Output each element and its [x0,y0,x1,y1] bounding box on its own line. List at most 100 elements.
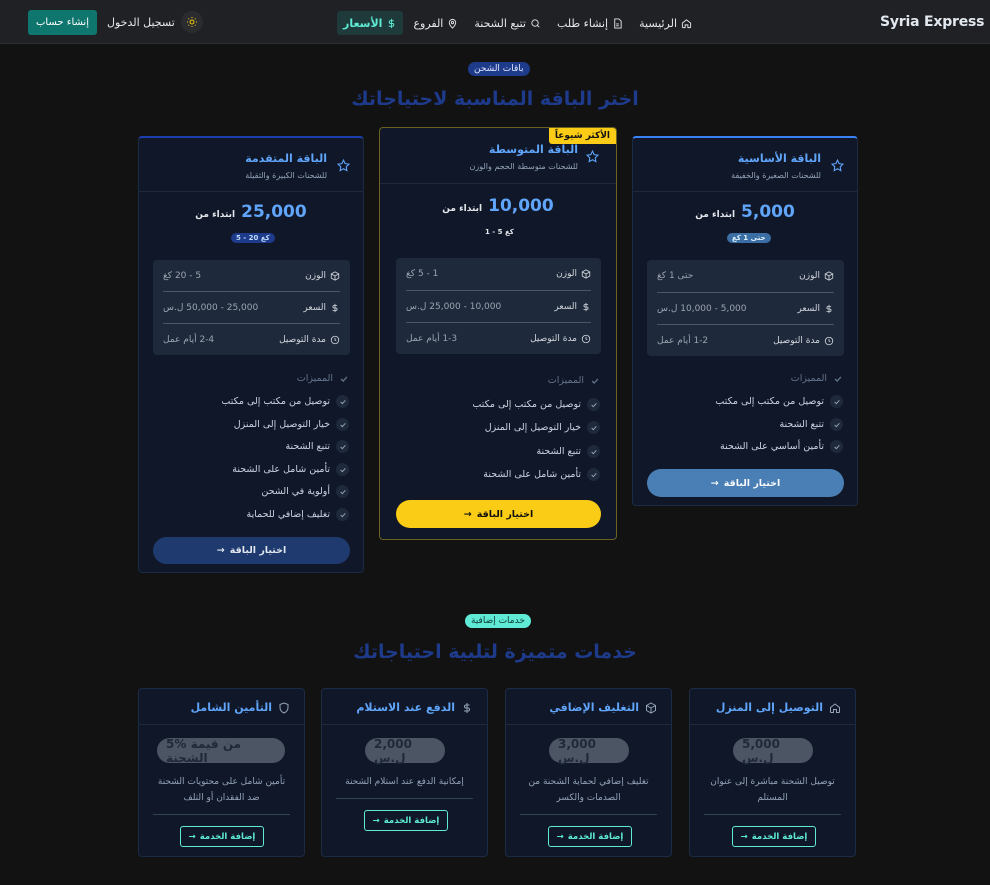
popular-badge: الأكثر شيوعاً [548,128,616,144]
star-icon [337,159,350,172]
card-title: الباقة المتقدمة [245,152,327,165]
nav-branches[interactable]: الفروع [407,11,464,35]
check-icon [590,472,597,477]
package-card-medium: الأكثر شيوعاً الباقة المتوسطة للشحنات مت… [379,127,617,540]
add-service-button[interactable]: إضافة الخدمة → [364,810,448,831]
price-from-label: ابتداء من [442,204,483,214]
service-description: تغليف إضافي لحماية الشحنة من الصدمات وال… [528,777,649,803]
nav-links: الرئيسية إنشاء طلب تتبع الشحنة الفروع ال… [336,11,698,35]
arrow-icon: → [372,815,380,826]
clock-icon [330,335,340,344]
check-icon [590,425,597,430]
star-icon [831,159,844,172]
box-icon [646,701,656,714]
choose-package-button[interactable]: اختيار الباقة → [647,469,844,497]
price-value: 5,000 [741,202,795,222]
dollar-icon [332,303,338,312]
package-card-basic: الباقة الأساسية للشحنات الصغيرة والخفيفة… [632,136,858,506]
price-block: 10,000 ابتداء من [380,196,616,216]
feature-item: خيار التوصيل إلى المنزل [485,421,600,434]
search-icon [531,18,540,27]
home-icon [681,18,692,28]
brand-logo[interactable]: Syria Express [880,14,985,30]
card-title: الباقة الأساسية [737,152,821,165]
file-icon [614,17,622,29]
service-title: التأمين الشامل [190,701,272,714]
service-card-home-delivery: التوصيل إلى المنزل 5,000 ل.س توصيل الشحن… [689,688,856,857]
arrow-icon: → [216,545,225,556]
card-divider [380,183,616,184]
dollar-icon [389,18,395,28]
check-icon [340,375,348,382]
nav-create-order[interactable]: إنشاء طلب [551,11,629,35]
service-description: إمكانية الدفع عند استلام الشحنة [345,777,464,787]
packages-badge: باقات الشحن [468,62,530,76]
nav-track[interactable]: تتبع الشحنة [468,11,547,35]
packages-title: اختر الباقة المناسبة لاحتياجاتك [351,88,639,110]
features-label: المميزات [791,373,843,384]
theme-toggle[interactable] [181,11,203,33]
home-icon [830,702,840,713]
top-navbar: Syria Express الرئيسية إنشاء طلب تتبع ال… [0,0,990,44]
login-link[interactable]: تسجيل الدخول [107,16,175,29]
features-label: المميزات [297,373,349,384]
feature-item: أولوية في الشحن [261,485,349,498]
features-label: المميزات [548,375,600,386]
card-divider [139,191,363,192]
card-subtitle: للشحنات الكبيرة والثقيلة [245,171,327,180]
services-title: خدمات متميزة لتلبية احتياجاتك [353,641,637,663]
nav-home[interactable]: الرئيسية [633,11,698,35]
check-icon [339,489,346,494]
service-price: 5% من قيمة الشحنة [157,737,285,765]
feature-item: توصيل من مكتب إلى مكتب [221,395,349,408]
card-divider [633,191,857,192]
star-icon [586,150,599,163]
service-card-packaging: التغليف الإضافي 3,000 ل.س تغليف إضافي لح… [505,688,672,857]
clock-icon [581,334,591,343]
shield-icon [279,701,289,714]
service-description: تأمين شامل على محتويات الشحنة ضد الفقدان… [157,777,286,803]
dollar-icon [583,302,589,311]
card-subtitle: للشحنات متوسطة الحجم والوزن [469,162,579,171]
add-service-button[interactable]: إضافة الخدمة → [180,826,264,847]
check-icon [339,444,346,449]
dollar-icon [464,702,470,713]
service-price: 5,000 ل.س [733,737,813,765]
feature-item: تأمين شامل على الشحنة [483,468,600,481]
spec-box: الوزن حتى 1 كغ السعر 5,000 - 10,000 ل.س مد… [647,260,844,356]
arrow-icon: → [740,831,748,842]
nav-prices[interactable]: الأسعار [336,11,404,35]
service-title: التوصيل إلى المنزل [715,701,823,714]
card-title: الباقة المتوسطة [488,143,578,156]
choose-package-button[interactable]: اختيار الباقة → [396,500,601,528]
choose-package-button[interactable]: اختيار الباقة → [153,537,350,564]
check-icon [590,449,597,454]
price-block: 25,000 ابتداء من [139,202,363,222]
feature-item: خيار التوصيل إلى المنزل [234,418,349,431]
weight-range-badge: حتى 1 كغ [727,233,771,243]
check-icon [339,399,346,404]
feature-item: تغليف إضافي للحماية [247,508,349,521]
service-price: 3,000 ل.س [549,737,629,765]
check-icon [339,512,346,517]
signup-button[interactable]: إنشاء حساب [28,10,97,35]
weight-range-badge: 1 - 5 كغ [485,228,514,236]
feature-item: تتبع الشحنة [285,440,349,453]
check-icon [833,422,840,427]
package-card-advanced: الباقة المتقدمة للشحنات الكبيرة والثقيلة… [138,136,364,573]
add-service-button[interactable]: إضافة الخدمة → [732,826,816,847]
services-badge: خدمات إضافية [465,614,531,628]
feature-item: توصيل من مكتب إلى مكتب [715,395,843,408]
check-icon [339,467,346,472]
price-value: 25,000 [241,202,307,222]
service-price: 2,000 ل.س [365,737,445,765]
check-icon [591,377,599,384]
price-value: 10,000 [488,196,554,216]
price-from-label: ابتداء من [195,210,236,220]
service-description: توصيل الشحنة مباشرة إلى عنوان المستلم [710,777,835,803]
check-icon [833,444,840,449]
add-service-button[interactable]: إضافة الخدمة → [548,826,632,847]
service-title: التغليف الإضافي [549,701,639,714]
weight-range-badge: 5 - 20 كغ [231,233,275,243]
check-icon [834,375,842,382]
